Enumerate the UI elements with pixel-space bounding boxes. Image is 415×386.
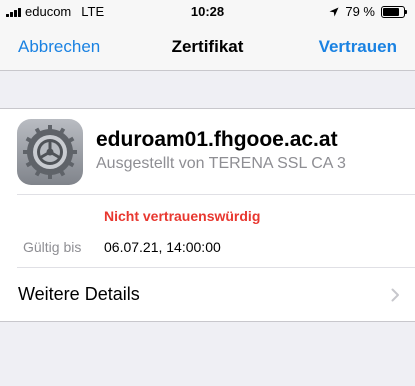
certificate-name: eduroam01.fhgooe.ac.at: [96, 128, 338, 151]
chevron-right-icon: [391, 288, 399, 302]
location-arrow-icon: [329, 7, 339, 16]
gear-icon: [17, 119, 83, 185]
valid-until-label: Gültig bis: [23, 239, 82, 255]
divider: [17, 194, 415, 195]
battery-icon: [381, 5, 407, 18]
status-right: 79 %: [329, 4, 407, 19]
more-details-row[interactable]: Weitere Details: [0, 268, 415, 321]
status-bar: educom LTE 10:28 79 %: [0, 0, 415, 26]
more-details-label: Weitere Details: [18, 284, 140, 304]
valid-until-value: 06.07.21, 14:00:00: [104, 239, 221, 255]
trust-status: Nicht vertrauenswürdig: [104, 208, 261, 224]
navigation-bar: Abbrechen Zertifikat Vertrauen: [0, 26, 415, 71]
trust-button[interactable]: Vertrauen: [319, 37, 397, 57]
battery-percent: 79 %: [345, 4, 375, 19]
certificate-issuer: Ausgestellt von TERENA SSL CA 3: [96, 155, 346, 172]
certificate-card: eduroam01.fhgooe.ac.at Ausgestellt von T…: [0, 108, 415, 322]
